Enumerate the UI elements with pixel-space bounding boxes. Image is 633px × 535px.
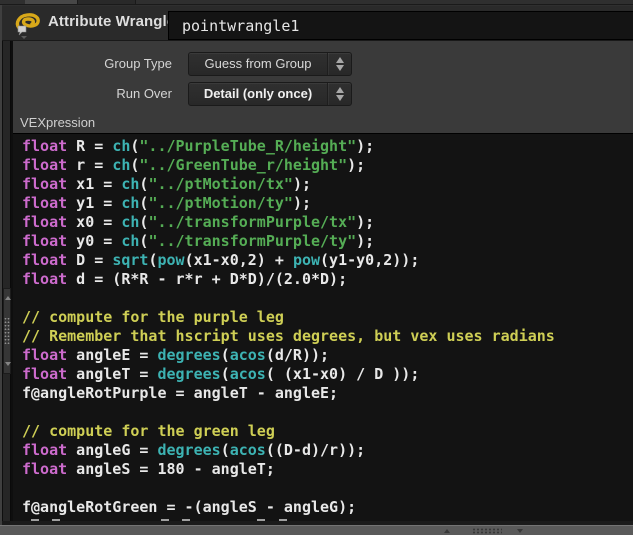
pane-tab-strip — [0, 0, 633, 5]
group-type-spinner[interactable] — [327, 53, 351, 75]
spinner-up-arrow-icon[interactable] — [336, 87, 344, 93]
code-line: float D = sqrt(pow(x1-x0,2) + pow(y1-y0,… — [22, 251, 633, 270]
scrollbar-up-arrow-icon[interactable] — [5, 296, 11, 300]
scrollbar-thumb[interactable] — [3, 288, 11, 374]
code-line: float x1 = ch("../ptMotion/tx"); — [22, 175, 633, 194]
spinner-up-arrow-icon[interactable] — [336, 57, 344, 63]
parameter-panel: Group Type Guess from Group Run Over Det… — [13, 41, 633, 134]
pane-splitter-handle[interactable] — [0, 525, 633, 535]
node-header: Attribute Wrangle — [2, 6, 633, 41]
splitter-down-arrow-icon[interactable] — [517, 529, 523, 533]
code-line: float x0 = ch("../transformPurple/tx"); — [22, 213, 633, 232]
group-type-value: Guess from Group — [189, 53, 327, 75]
run-over-value: Detail (only once) — [189, 83, 327, 105]
code-line: float R = ch("../PurpleTube_R/height"); — [22, 137, 633, 156]
pane-tab-remnant-2[interactable] — [77, 0, 136, 4]
attribute-wrangle-pane: Attribute Wrangle Group Type Guess from … — [0, 0, 633, 535]
node-type-title: Attribute Wrangle — [48, 13, 175, 30]
node-icon-menu-arrow-icon — [21, 36, 27, 39]
code-line — [22, 479, 633, 498]
code-line: float d = (R*R - r*r + D*D)/(2.0*D); — [22, 270, 633, 289]
run-over-spinner[interactable] — [327, 83, 351, 105]
code-line: float angleS = 180 - angleT; — [22, 460, 633, 479]
code-line: f@angleRotGreen = -(angleS - angleG); — [22, 498, 633, 517]
scrollbar-grip-dots-icon[interactable] — [4, 317, 10, 345]
vexpression-code-editor[interactable]: float R = ch("../PurpleTube_R/height");f… — [13, 133, 633, 521]
code-line: // compute for the purple leg — [22, 308, 633, 327]
code-line: float angleG = degrees(acos((D-d)/r)); — [22, 441, 633, 460]
parameter-scrollbar[interactable] — [2, 41, 13, 521]
code-line: f@angleRotPurple = angleT - angleE; — [22, 384, 633, 403]
splitter-grip-dots-icon[interactable] — [472, 528, 502, 534]
pane-tab-remnant[interactable] — [25, 0, 77, 4]
code-line: float y0 = ch("../transformPurple/ty"); — [22, 232, 633, 251]
code-line: // compute for the green leg — [22, 422, 633, 441]
vexpression-label: VEXpression — [20, 115, 95, 130]
code-line: float y1 = ch("../ptMotion/ty"); — [22, 194, 633, 213]
code-line: float angleT = degrees(acos( (x1-x0) / D… — [22, 365, 633, 384]
code-line — [22, 403, 633, 422]
code-line: // Remember that hscript uses degrees, b… — [22, 327, 633, 346]
run-over-label: Run Over — [13, 82, 172, 106]
code-line — [22, 289, 633, 308]
scrollbar-track[interactable] — [3, 41, 11, 521]
code-line: float angleE = degrees(acos(d/R)); — [22, 346, 633, 365]
spinner-down-arrow-icon[interactable] — [336, 65, 344, 71]
group-type-menu[interactable]: Guess from Group — [188, 52, 352, 76]
node-name-input[interactable] — [168, 11, 633, 40]
code-line: float r = ch("../GreenTube_r/height"); — [22, 156, 633, 175]
group-type-label: Group Type — [13, 52, 172, 76]
wrangle-node-icon[interactable] — [13, 9, 43, 39]
splitter-up-arrow-icon[interactable] — [444, 529, 450, 533]
spinner-down-arrow-icon[interactable] — [336, 95, 344, 101]
scrollbar-down-arrow-icon[interactable] — [5, 362, 11, 366]
code-lines: float R = ch("../PurpleTube_R/height");f… — [13, 134, 633, 517]
run-over-menu[interactable]: Detail (only once) — [188, 82, 352, 106]
